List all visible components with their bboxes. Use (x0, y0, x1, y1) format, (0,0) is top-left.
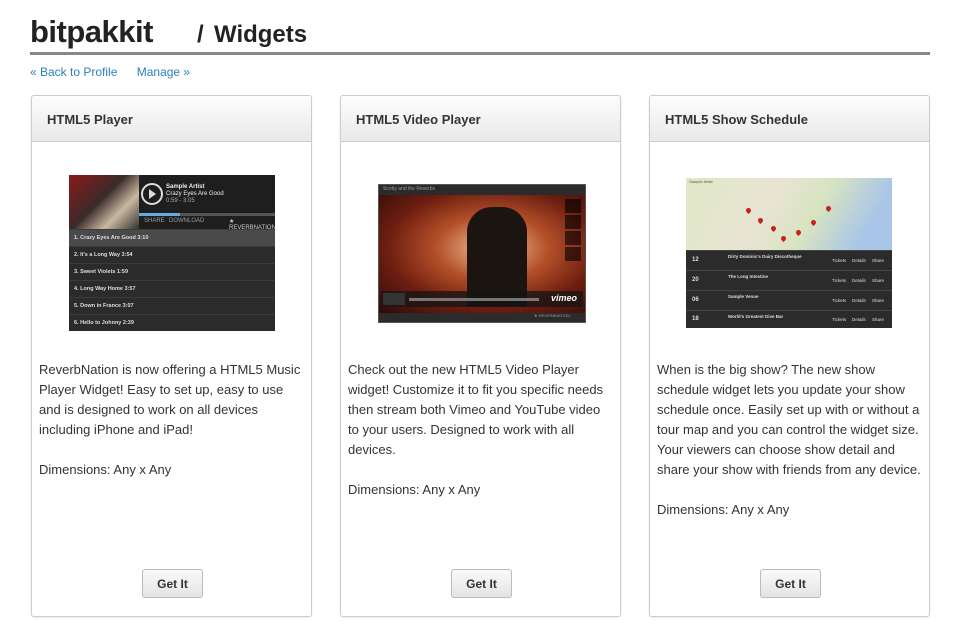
later-icon (565, 215, 581, 229)
show-venue: The Long Intestine (728, 274, 768, 279)
get-it-button[interactable]: Get It (142, 569, 203, 598)
subnav: « Back to Profile Manage » (30, 65, 206, 79)
show-day: 12 (692, 257, 699, 263)
video-player-preview: Scotty and the Reverbs vimeo ★ REVERBNAT… (378, 184, 586, 323)
show-row: 06 Sample Venue Tickets Details Share (686, 290, 892, 311)
page-header: bitpakkit / Widgets (30, 12, 930, 55)
show-tickets: Tickets (832, 258, 847, 263)
play-icon (383, 293, 405, 305)
show-share: Share (872, 317, 885, 322)
title-separator: / (197, 21, 204, 48)
back-to-profile-link[interactable]: « Back to Profile (30, 65, 117, 79)
map-pin-icon (794, 228, 803, 237)
show-details: Details (852, 278, 866, 283)
show-details: Details (852, 258, 866, 263)
preview-video-caption: Scotty and the Reverbs (383, 186, 435, 192)
show-details: Details (852, 298, 866, 303)
track-row: 6. Hello to Johnny 2:39 (69, 314, 275, 331)
dimensions-text: Dimensions: Any x Any (348, 482, 481, 497)
map-pin-icon (824, 204, 833, 213)
card-description: ReverbNation is now offering a HTML5 Mus… (39, 360, 305, 500)
card-title: HTML5 Show Schedule (665, 112, 809, 127)
show-row: 20 The Long Intestine Tickets Details Sh… (686, 270, 892, 291)
show-venue: Dirty Dominic's Dairy Discotheque (728, 254, 802, 259)
show-tickets: Tickets (832, 317, 847, 322)
video-controls: vimeo (381, 291, 583, 307)
progress-bar (139, 213, 275, 216)
get-it-button[interactable]: Get It (451, 569, 512, 598)
card-title: HTML5 Player (47, 112, 133, 127)
album-art (69, 175, 139, 231)
show-row: 18 World's Greatest Dive Bar Tickets Det… (686, 310, 892, 328)
widget-card-html5-show-schedule: HTML5 Show Schedule Sample Artist 12 Dir… (649, 95, 930, 617)
page-title: Widgets (214, 21, 308, 48)
show-venue: Sample Venue (728, 294, 759, 299)
show-tickets: Tickets (832, 298, 847, 303)
show-day: 20 (692, 277, 699, 283)
dimensions-text: Dimensions: Any x Any (39, 462, 172, 477)
card-title: HTML5 Video Player (356, 112, 481, 127)
description-text: When is the big show? The new show sched… (657, 362, 921, 477)
card-description: Check out the new HTML5 Video Player wid… (348, 360, 614, 520)
description-text: ReverbNation is now offering a HTML5 Mus… (39, 362, 301, 437)
map-pin-icon (769, 224, 778, 233)
manage-link[interactable]: Manage » (137, 65, 190, 79)
track-row: 2. It's a Long Way 3:54 (69, 246, 275, 263)
preview-time: 0:59 - 3:05 (166, 198, 195, 204)
show-schedule-preview: Sample Artist 12 Dirty Dominic's Dairy D… (686, 178, 892, 328)
map-pin-icon (744, 206, 753, 215)
tour-map: Sample Artist (686, 178, 892, 250)
description-text: Check out the new HTML5 Video Player wid… (348, 362, 604, 457)
show-details: Details (852, 317, 866, 322)
show-venue: World's Greatest Dive Bar (728, 314, 784, 319)
vimeo-logo: vimeo (550, 293, 577, 303)
embed-icon (565, 247, 581, 261)
preview-schedule-title: Sample Artist (689, 179, 713, 184)
dimensions-text: Dimensions: Any x Any (657, 502, 790, 517)
share-icon (565, 231, 581, 245)
widget-card-html5-player: HTML5 Player Sample Artist Crazy Eyes Ar… (31, 95, 312, 617)
card-header: HTML5 Show Schedule (650, 96, 929, 142)
map-pin-icon (756, 216, 765, 225)
seek-bar (409, 298, 539, 301)
show-tickets: Tickets (832, 278, 847, 283)
play-icon (141, 183, 163, 205)
get-it-button[interactable]: Get It (760, 569, 821, 598)
show-share: Share (872, 258, 885, 263)
preview-song: Crazy Eyes Are Good (166, 191, 224, 197)
preview-video-footer: ★ REVERBNATION (534, 313, 570, 318)
track-row: 5. Down in France 3:07 (69, 297, 275, 314)
track-row: 3. Sweet Violets 1:59 (69, 263, 275, 280)
preview-tab-download: DOWNLOAD (169, 218, 205, 224)
card-header: HTML5 Video Player (341, 96, 620, 142)
card-header: HTML5 Player (32, 96, 311, 142)
map-pin-icon (809, 218, 818, 227)
brand-name[interactable]: bitpakkit (30, 14, 153, 50)
show-day: 18 (692, 316, 699, 322)
widget-card-html5-video-player: HTML5 Video Player Scotty and the Reverb… (340, 95, 621, 617)
like-icon (565, 199, 581, 213)
show-share: Share (872, 298, 885, 303)
show-share: Share (872, 278, 885, 283)
show-row: 12 Dirty Dominic's Dairy Discotheque Tic… (686, 250, 892, 271)
track-row: 4. Long Way Home 3:57 (69, 280, 275, 297)
preview-artist: Sample Artist (166, 184, 205, 190)
music-player-preview: Sample Artist Crazy Eyes Are Good 0:59 -… (69, 175, 275, 331)
preview-tab-share: SHARE (144, 218, 165, 224)
map-pin-icon (779, 234, 788, 243)
card-description: When is the big show? The new show sched… (657, 360, 923, 540)
track-row: 1. Crazy Eyes Are Good 3:10 (69, 229, 275, 246)
show-day: 06 (692, 297, 699, 303)
